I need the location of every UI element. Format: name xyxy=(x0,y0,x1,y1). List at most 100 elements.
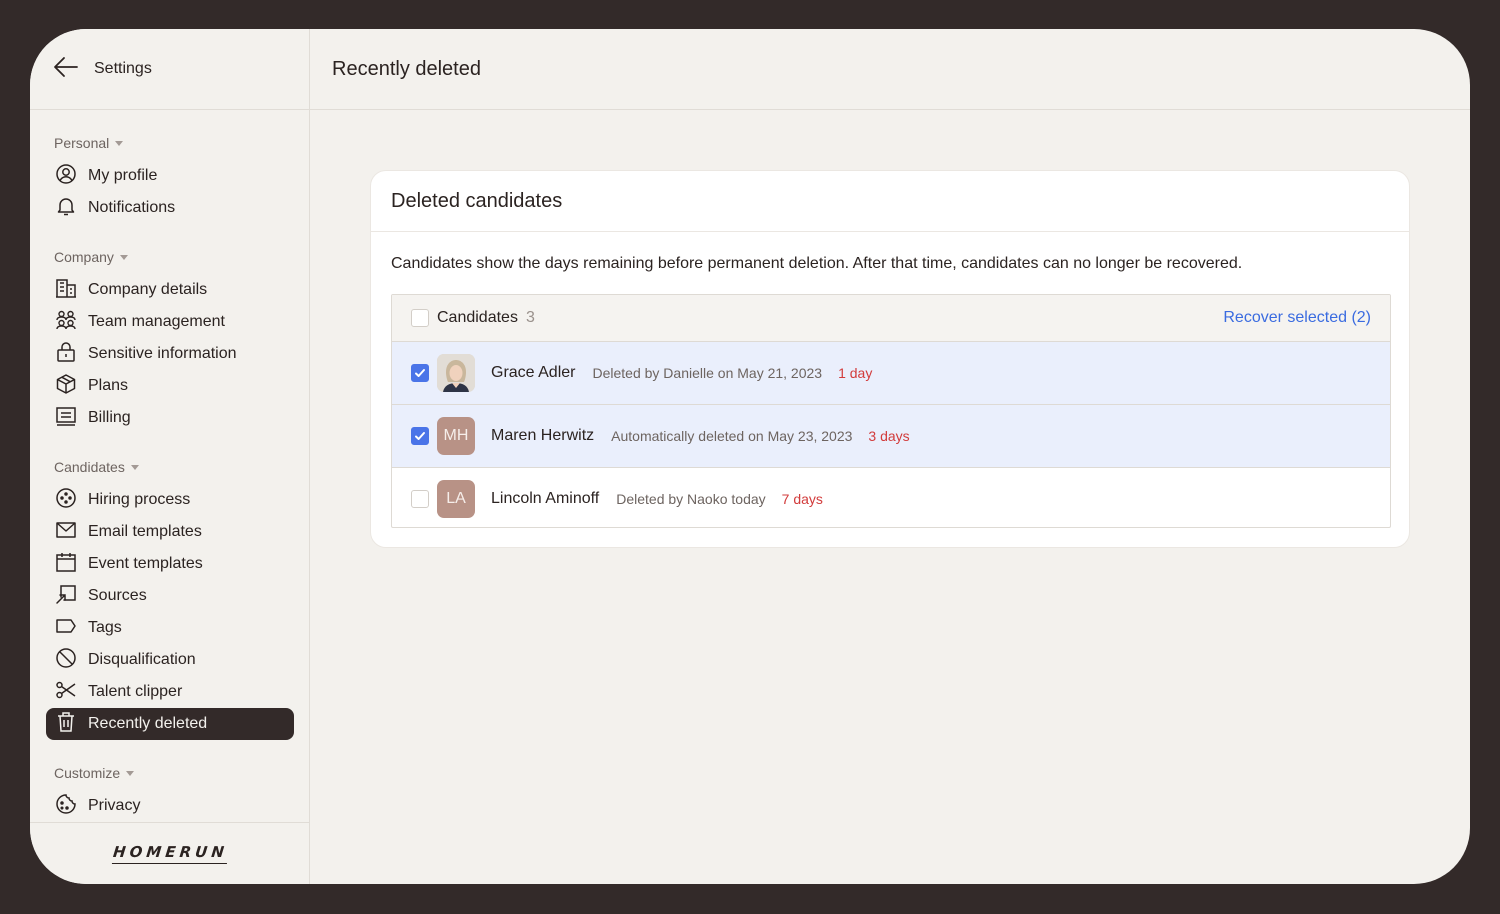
app-window: Settings Personal My profile Notificatio… xyxy=(30,29,1470,884)
candidate-count: 3 xyxy=(525,309,535,326)
envelope-icon xyxy=(55,519,77,546)
sidebar-item-hiring-process[interactable]: Hiring process xyxy=(46,484,294,516)
arrow-left-icon xyxy=(52,53,80,86)
days-remaining: 7 days xyxy=(781,491,823,507)
sidebar-item-company-details[interactable]: Company details xyxy=(46,274,294,306)
candidate-name[interactable]: Grace Adler xyxy=(491,364,575,382)
sidebar-item-label: Privacy xyxy=(88,797,141,814)
caret-down-icon xyxy=(126,770,135,776)
settings-sidebar: Settings Personal My profile Notificatio… xyxy=(30,29,310,884)
caret-down-icon xyxy=(115,140,124,146)
avatar-photo xyxy=(437,354,475,392)
sidebar-item-label: Billing xyxy=(88,409,131,426)
sidebar-item-billing[interactable]: Billing xyxy=(46,402,294,434)
candidate-name[interactable]: Lincoln Aminoff xyxy=(491,490,599,508)
sidebar-item-plans[interactable]: Plans xyxy=(46,370,294,402)
sidebar-item-sensitive-information[interactable]: Sensitive information xyxy=(46,338,294,370)
sidebar-item-email-templates[interactable]: Email templates xyxy=(46,516,294,548)
row-checkbox[interactable] xyxy=(411,364,429,382)
cookie-icon xyxy=(55,793,77,820)
section-customize[interactable]: Customize xyxy=(54,765,135,781)
bell-icon xyxy=(55,195,77,222)
sidebar-item-label: Plans xyxy=(88,377,129,394)
deletion-info: Deleted by Naoko today xyxy=(616,491,766,507)
candidate-name[interactable]: Maren Herwitz xyxy=(491,427,594,445)
avatar xyxy=(437,354,475,392)
sidebar-item-team-management[interactable]: Team management xyxy=(46,306,294,338)
section-company-label: Company xyxy=(54,249,114,265)
tag-icon xyxy=(55,615,77,642)
sidebar-item-label: Sources xyxy=(88,587,147,604)
card-title: Deleted candidates xyxy=(391,189,563,212)
sidebar-item-event-templates[interactable]: Event templates xyxy=(46,548,294,580)
row-checkbox[interactable] xyxy=(411,427,429,445)
caret-down-icon xyxy=(119,254,128,260)
back-button[interactable]: Settings xyxy=(52,53,152,86)
sidebar-item-label: Email templates xyxy=(88,523,202,540)
prohibited-icon xyxy=(55,647,77,674)
sidebar-item-label: Disqualification xyxy=(88,651,196,668)
sidebar-header: Settings xyxy=(30,29,309,110)
sidebar-item-label: Notifications xyxy=(88,199,176,216)
sidebar-item-label: Tags xyxy=(88,619,122,636)
process-circle-icon xyxy=(55,487,77,514)
select-all-checkbox[interactable] xyxy=(411,309,429,327)
trash-icon xyxy=(55,711,77,738)
recover-selected-button[interactable]: Recover selected (2) xyxy=(1223,309,1371,327)
sidebar-item-tags[interactable]: Tags xyxy=(46,612,294,644)
page-header: Recently deleted xyxy=(310,29,1470,110)
table-row[interactable]: LA Lincoln Aminoff Deleted by Naoko toda… xyxy=(392,468,1390,527)
sidebar-item-my-profile[interactable]: My profile xyxy=(46,160,294,192)
table-header: Candidates 3 Recover selected (2) xyxy=(392,295,1390,342)
building-icon xyxy=(55,277,77,304)
lock-icon xyxy=(55,341,77,368)
box-icon xyxy=(55,373,77,400)
deletion-info: Automatically deleted on May 23, 2023 xyxy=(611,428,853,444)
team-icon xyxy=(55,309,77,336)
card-header: Deleted candidates xyxy=(371,171,1409,232)
sidebar-item-label: Hiring process xyxy=(88,491,191,508)
candidates-table: Candidates 3 Recover selected (2) Grace … xyxy=(391,294,1391,528)
row-checkbox[interactable] xyxy=(411,490,429,508)
scissors-icon xyxy=(55,679,77,706)
sidebar-item-notifications[interactable]: Notifications xyxy=(46,192,294,224)
sidebar-item-privacy[interactable]: Privacy xyxy=(46,790,294,822)
checkmark-icon xyxy=(415,369,425,377)
caret-down-icon xyxy=(130,464,139,470)
card-description: Candidates show the days remaining befor… xyxy=(391,255,1243,272)
source-arrow-icon xyxy=(55,583,77,610)
sidebar-footer: HOMERUN xyxy=(30,822,310,884)
page-title: Recently deleted xyxy=(332,57,481,80)
sidebar-item-label: Recently deleted xyxy=(88,715,208,732)
sidebar-item-talent-clipper[interactable]: Talent clipper xyxy=(46,676,294,708)
days-remaining: 3 days xyxy=(868,428,910,444)
sidebar-item-sources[interactable]: Sources xyxy=(46,580,294,612)
homerun-logo: HOMERUN xyxy=(111,843,229,864)
section-company[interactable]: Company xyxy=(54,249,128,265)
table-header-label: Candidates xyxy=(437,309,518,326)
sidebar-item-label: Company details xyxy=(88,281,208,298)
sidebar-item-disqualification[interactable]: Disqualification xyxy=(46,644,294,676)
sidebar-item-label: Sensitive information xyxy=(88,345,237,362)
sidebar-item-label: Event templates xyxy=(88,555,203,572)
sidebar-item-label: Team management xyxy=(88,313,225,330)
calendar-icon xyxy=(55,551,77,578)
invoice-icon xyxy=(55,405,77,432)
sidebar-item-recently-deleted[interactable]: Recently deleted xyxy=(46,708,294,740)
sidebar-item-label: My profile xyxy=(88,167,158,184)
table-row[interactable]: Grace Adler Deleted by Danielle on May 2… xyxy=(392,342,1390,405)
section-candidates[interactable]: Candidates xyxy=(54,459,139,475)
avatar: LA xyxy=(437,480,475,518)
section-personal[interactable]: Personal xyxy=(54,135,124,151)
back-label: Settings xyxy=(94,60,152,77)
days-remaining: 1 day xyxy=(838,365,873,381)
section-personal-label: Personal xyxy=(54,135,110,151)
avatar: MH xyxy=(437,417,475,455)
checkmark-icon xyxy=(415,432,425,440)
section-customize-label: Customize xyxy=(54,765,121,781)
table-row[interactable]: MH Maren Herwitz Automatically deleted o… xyxy=(392,405,1390,468)
user-circle-icon xyxy=(55,163,77,190)
deletion-info: Deleted by Danielle on May 21, 2023 xyxy=(592,365,823,381)
deleted-candidates-card: Deleted candidates Candidates show the d… xyxy=(370,170,1410,548)
section-candidates-label: Candidates xyxy=(54,459,125,475)
